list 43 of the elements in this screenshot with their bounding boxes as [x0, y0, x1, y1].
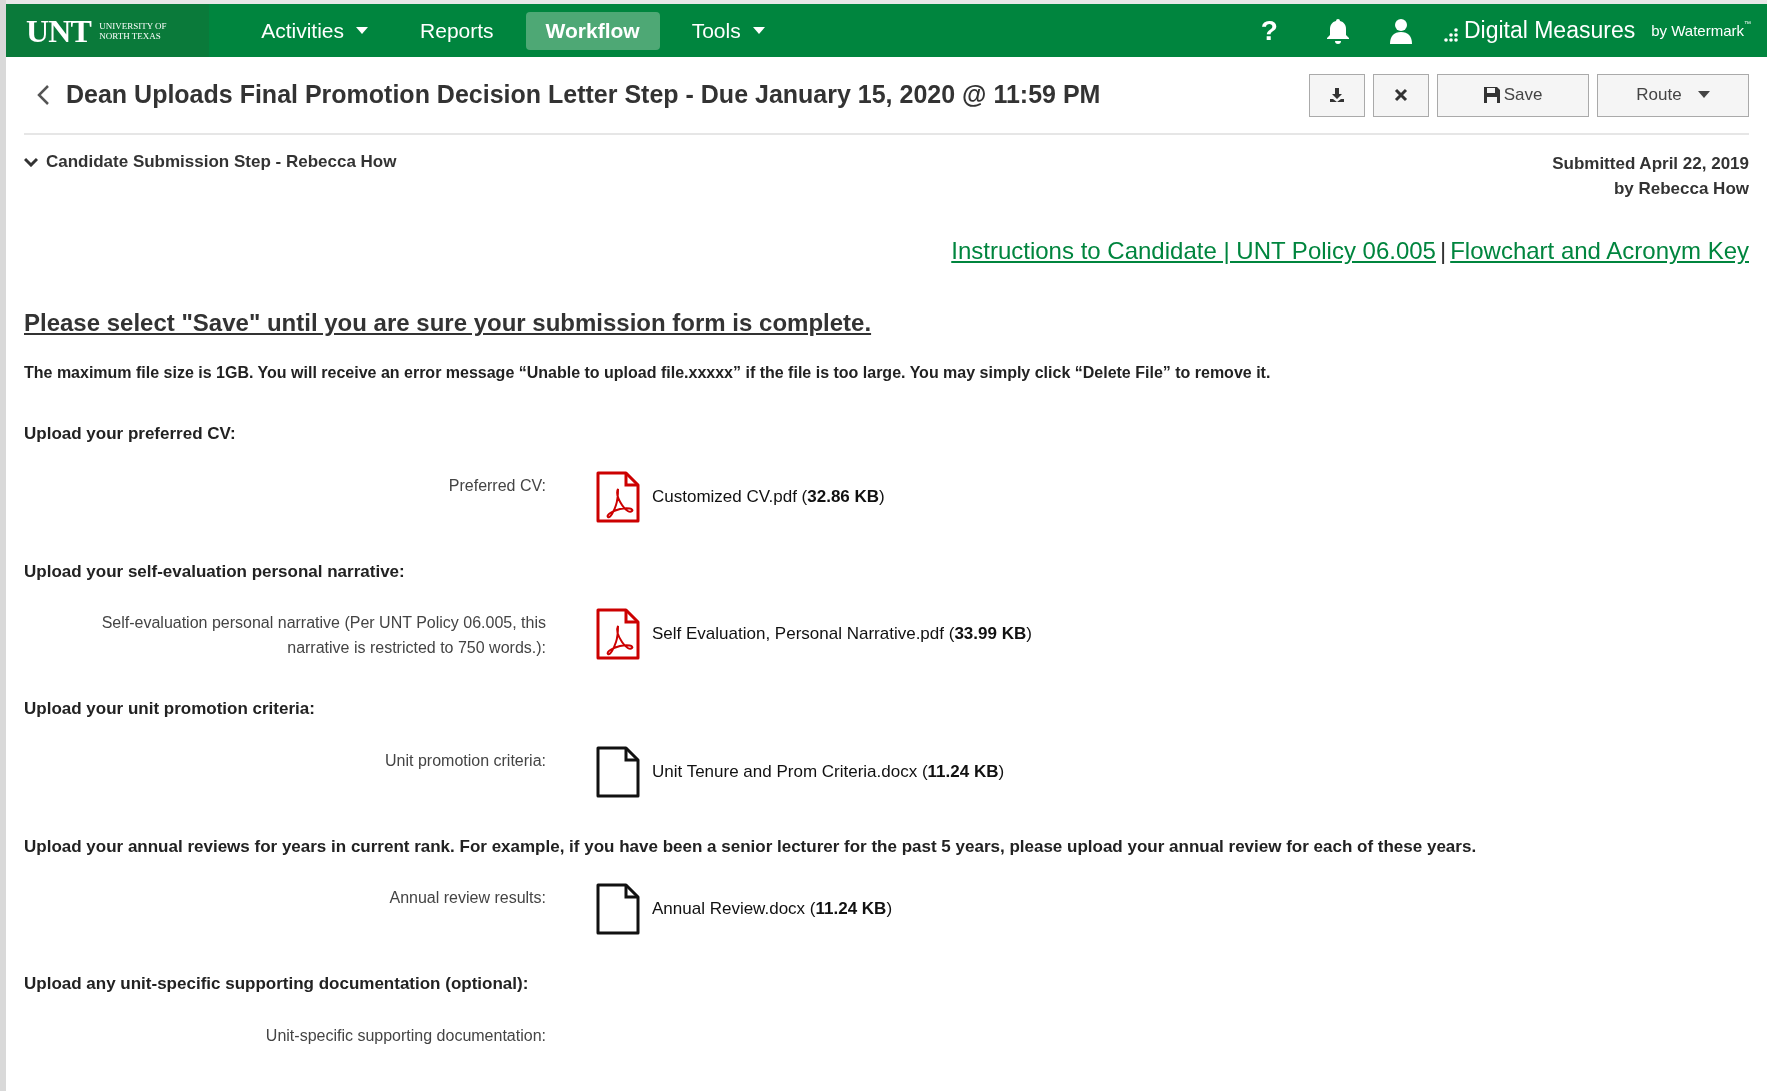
- save-button[interactable]: Save: [1437, 73, 1589, 117]
- pdf-file-icon: [596, 608, 640, 660]
- user-icon[interactable]: [1389, 17, 1412, 44]
- page-title: Dean Uploads Final Promotion Decision Letter Step - Due January 15, 2020 @ 11:59 PM: [66, 79, 1101, 111]
- download-button[interactable]: [1309, 73, 1365, 117]
- chevron-icon: [24, 157, 38, 167]
- route-button[interactable]: Route: [1597, 73, 1749, 117]
- field-label: Unit-specific supporting documentation:: [264, 1025, 546, 1046]
- caret-icon: [1697, 91, 1710, 99]
- document-icon: [596, 883, 640, 935]
- close-icon: [1394, 88, 1408, 102]
- download-icon: [1329, 87, 1345, 103]
- submitted-date: Submitted April 22, 2019: [1552, 153, 1749, 175]
- file-size-info: The maximum file size is 1GB. You will receive an error message “Unable to upload file.xxxxx” if the file is too large. You may simply click “Delete File” to remove it.: [24, 363, 1272, 383]
- link-separator: |: [1439, 236, 1447, 266]
- back-chevron-icon[interactable]: [36, 84, 50, 106]
- help-button[interactable]: ?: [1260, 9, 1278, 52]
- nav-tab[interactable]: Tools: [671, 11, 785, 50]
- close-button[interactable]: [1373, 73, 1429, 117]
- file-link[interactable]: Annual Review.docx (11.24 KB): [652, 896, 893, 922]
- field-label: Self-evaluation personal narrative (Per UNT Policy 06.005, this narrative is restricted to 750 words.):: [100, 613, 546, 658]
- file-link[interactable]: Self Evaluation, Personal Narrative.pdf (33.99 KB): [652, 621, 1032, 647]
- bell-icon[interactable]: [1325, 17, 1350, 44]
- section-heading: Upload any unit-specific supporting documentation (optional):: [24, 973, 530, 995]
- file-link[interactable]: Unit Tenure and Prom Criteria.docx (11.24 KB): [652, 758, 1005, 785]
- nav-tab[interactable]: Activities: [241, 11, 389, 50]
- section-heading: Upload your preferred CV:: [24, 423, 237, 445]
- section-heading: Upload your self-evaluation personal narrative:: [24, 560, 406, 583]
- field-label: Annual review results:: [388, 888, 546, 908]
- help-link[interactable]: Instructions to Candidate | UNT Policy 06.005: [951, 233, 1436, 269]
- file-link[interactable]: Customized CV.pdf (32.86 KB): [652, 483, 885, 510]
- field-label: Preferred CV:: [447, 475, 546, 496]
- section-heading: Upload your unit promotion criteria:: [24, 698, 316, 720]
- step-toggle[interactable]: Candidate Submission Step - Rebecca How: [24, 151, 397, 173]
- nav-tab[interactable]: Reports: [400, 11, 514, 50]
- field-label: Unit promotion criteria:: [384, 750, 546, 771]
- nav-tab[interactable]: Workflow: [525, 11, 660, 50]
- submitted-by: by Rebecca How: [1612, 178, 1749, 200]
- section-heading: Upload your annual reviews for years in current rank. For example, if you have been a senior lecturer for the past 5 years, please upload your annual review for each of these years.: [24, 835, 1478, 858]
- document-icon: [596, 745, 640, 798]
- help-link[interactable]: Flowchart and Acronym Key: [1450, 233, 1749, 269]
- save-notice: Please select "Save" until you are sure your submission form is complete.: [24, 308, 873, 338]
- pdf-file-icon: [596, 470, 640, 523]
